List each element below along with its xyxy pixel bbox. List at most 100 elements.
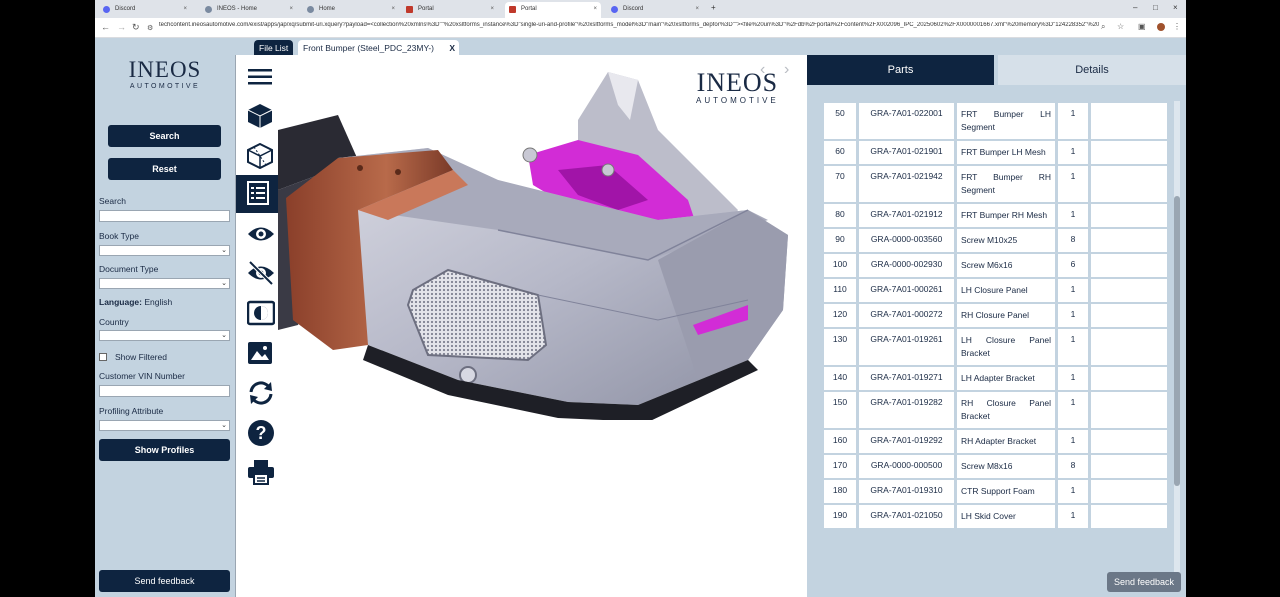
description-cell: FRT Bumper LH Mesh: [957, 141, 1055, 164]
table-row[interactable]: 170 GRA-0000-000500 Screw M8x16 8: [824, 455, 1167, 478]
bumper-3d-model[interactable]: [278, 60, 798, 422]
show-profiles-button[interactable]: Show Profiles: [99, 439, 230, 461]
tab-close-icon[interactable]: ×: [695, 6, 699, 12]
send-feedback-button[interactable]: Send feedback: [99, 570, 230, 592]
tab-close-icon[interactable]: ×: [593, 6, 597, 12]
bookmark-icon[interactable]: ☆: [1117, 23, 1125, 31]
table-row[interactable]: 100 GRA-0000-002930 Screw M6x16 6: [824, 254, 1167, 277]
cube-wire-icon[interactable]: [240, 138, 274, 172]
notes-cell: [1091, 480, 1167, 503]
tab-parts[interactable]: Parts: [807, 55, 994, 85]
notes-cell: [1091, 329, 1167, 365]
tab-details[interactable]: Details: [998, 55, 1186, 85]
zoom-icon[interactable]: ⌕: [1101, 23, 1109, 31]
viewer-logo-subtitle: AUTOMOTIVE: [696, 96, 779, 105]
part-number-cell: GRA-7A01-019310: [859, 480, 954, 503]
table-row[interactable]: 140 GRA-7A01-019271 LH Adapter Bracket 1: [824, 367, 1167, 390]
table-row[interactable]: 70 GRA-7A01-021942 FRT Bumper RH Segment 1: [824, 166, 1167, 202]
tab-front-bumper[interactable]: Front Bumper (Steel_PDC_23MY-) X: [298, 40, 459, 55]
tab-file-list[interactable]: File List: [254, 40, 294, 55]
table-row[interactable]: 110 GRA-7A01-000261 LH Closure Panel 1: [824, 279, 1167, 302]
print-icon[interactable]: [240, 454, 274, 488]
scroll-thumb[interactable]: [1174, 196, 1180, 486]
site-info-icon[interactable]: ⚙: [147, 24, 153, 32]
eye-slash-icon[interactable]: [240, 255, 274, 289]
prev-arrow-icon[interactable]: ‹: [760, 61, 765, 79]
reload-icon[interactable]: ↻: [132, 22, 140, 33]
sync-icon[interactable]: [240, 375, 274, 409]
show-filtered-checkbox[interactable]: [99, 353, 107, 361]
tab-close-icon[interactable]: ×: [289, 6, 293, 12]
list-icon[interactable]: [236, 175, 278, 213]
search-input[interactable]: [99, 210, 230, 222]
quantity-cell: 8: [1058, 455, 1088, 478]
send-feedback-float-button[interactable]: Send feedback: [1107, 572, 1181, 592]
browser-tab[interactable]: Discord ×: [607, 2, 703, 18]
language-label: Language:: [99, 297, 142, 307]
tab-favicon-icon: [103, 6, 110, 13]
reset-button[interactable]: Reset: [108, 158, 221, 180]
table-row[interactable]: 50 GRA-7A01-022001 FRT Bumper LH Segment 1: [824, 103, 1167, 139]
table-row[interactable]: 160 GRA-7A01-019292 RH Adapter Bracket 1: [824, 430, 1167, 453]
notes-cell: [1091, 455, 1167, 478]
svg-text:?: ?: [256, 423, 267, 443]
menu-icon[interactable]: [240, 59, 274, 93]
chevron-down-icon: ⌄: [221, 422, 227, 429]
back-icon[interactable]: ←: [101, 22, 110, 32]
extensions-icon[interactable]: ▣: [1138, 23, 1146, 31]
notes-cell: [1091, 141, 1167, 164]
filter-sidebar: INEOS AUTOMOTIVE Search Reset Search Boo…: [95, 38, 235, 597]
tab-favicon-icon: [509, 6, 516, 13]
browser-tab-label: Portal: [521, 6, 537, 12]
table-row[interactable]: 120 GRA-7A01-000272 RH Closure Panel 1: [824, 304, 1167, 327]
country-select[interactable]: ⌄: [99, 330, 230, 341]
url-field[interactable]: techcontent.ineosautomotive.com/exist/ap…: [159, 22, 1099, 34]
tab-close-icon[interactable]: ×: [490, 6, 494, 12]
eye-icon[interactable]: [240, 216, 274, 250]
parts-scrollbar[interactable]: [1174, 101, 1180, 580]
browser-tab[interactable]: Home ×: [303, 2, 399, 18]
vin-input[interactable]: [99, 385, 230, 397]
profile-avatar[interactable]: [1157, 23, 1165, 31]
table-row[interactable]: 80 GRA-7A01-021912 FRT Bumper RH Mesh 1: [824, 204, 1167, 227]
tab-close-icon[interactable]: ×: [391, 6, 395, 12]
browser-tab[interactable]: Portal ×: [402, 2, 498, 18]
document-type-select[interactable]: ⌄: [99, 278, 230, 289]
table-row[interactable]: 150 GRA-7A01-019282 RH Closure Panel Brack…: [824, 392, 1167, 428]
browser-tab[interactable]: Discord ×: [99, 2, 191, 18]
new-tab-icon[interactable]: +: [711, 3, 716, 12]
browser-window: Discord × INEOS - Home × Home × Portal × Portal ×…: [95, 0, 1186, 597]
table-row[interactable]: 90 GRA-0000-003560 Screw M10x25 8: [824, 229, 1167, 252]
maximize-icon[interactable]: □: [1153, 3, 1158, 12]
tab-close-icon[interactable]: ×: [183, 6, 187, 12]
contrast-icon[interactable]: [240, 295, 275, 329]
help-icon[interactable]: ?: [240, 414, 274, 448]
table-row[interactable]: 130 GRA-7A01-019261 LH Closure Panel Brack…: [824, 329, 1167, 365]
window-close-icon[interactable]: ×: [1173, 3, 1178, 12]
forward-icon[interactable]: →: [117, 22, 126, 32]
search-button[interactable]: Search: [108, 125, 221, 147]
table-row[interactable]: 180 GRA-7A01-019310 CTR Support Foam 1: [824, 480, 1167, 503]
quantity-cell: 1: [1058, 166, 1088, 202]
item-number-cell: 180: [824, 480, 856, 503]
next-arrow-icon[interactable]: ›: [784, 61, 789, 79]
book-type-select[interactable]: ⌄: [99, 245, 230, 256]
browser-tab[interactable]: Portal ×: [505, 2, 601, 18]
profiling-select[interactable]: ⌄: [99, 420, 230, 431]
notes-cell: [1091, 166, 1167, 202]
viewer-ineos-logo: INEOS AUTOMOTIVE: [696, 69, 779, 106]
table-row[interactable]: 60 GRA-7A01-021901 FRT Bumper LH Mesh 1: [824, 141, 1167, 164]
table-row[interactable]: 190 GRA-7A01-021050 LH Skid Cover 1: [824, 505, 1167, 528]
description-cell: Screw M6x16: [957, 254, 1055, 277]
minimize-icon[interactable]: –: [1133, 3, 1137, 12]
part-number-cell: GRA-7A01-019271: [859, 367, 954, 390]
3d-viewer[interactable]: ? INEOS AUTOMOTIVE ‹ ›: [235, 55, 892, 597]
book-type-label: Book Type: [99, 231, 140, 241]
image-icon[interactable]: [240, 335, 274, 369]
browser-tab[interactable]: INEOS - Home ×: [201, 2, 297, 18]
browser-menu-icon[interactable]: ⋮: [1173, 23, 1181, 31]
description-cell: RH Closure Panel Bracket: [957, 392, 1055, 428]
cube-solid-icon[interactable]: [240, 98, 274, 132]
parts-table-wrap: 50 GRA-7A01-022001 FRT Bumper LH Segment 1 6…: [821, 101, 1173, 580]
tab-close-icon[interactable]: X: [449, 43, 455, 53]
